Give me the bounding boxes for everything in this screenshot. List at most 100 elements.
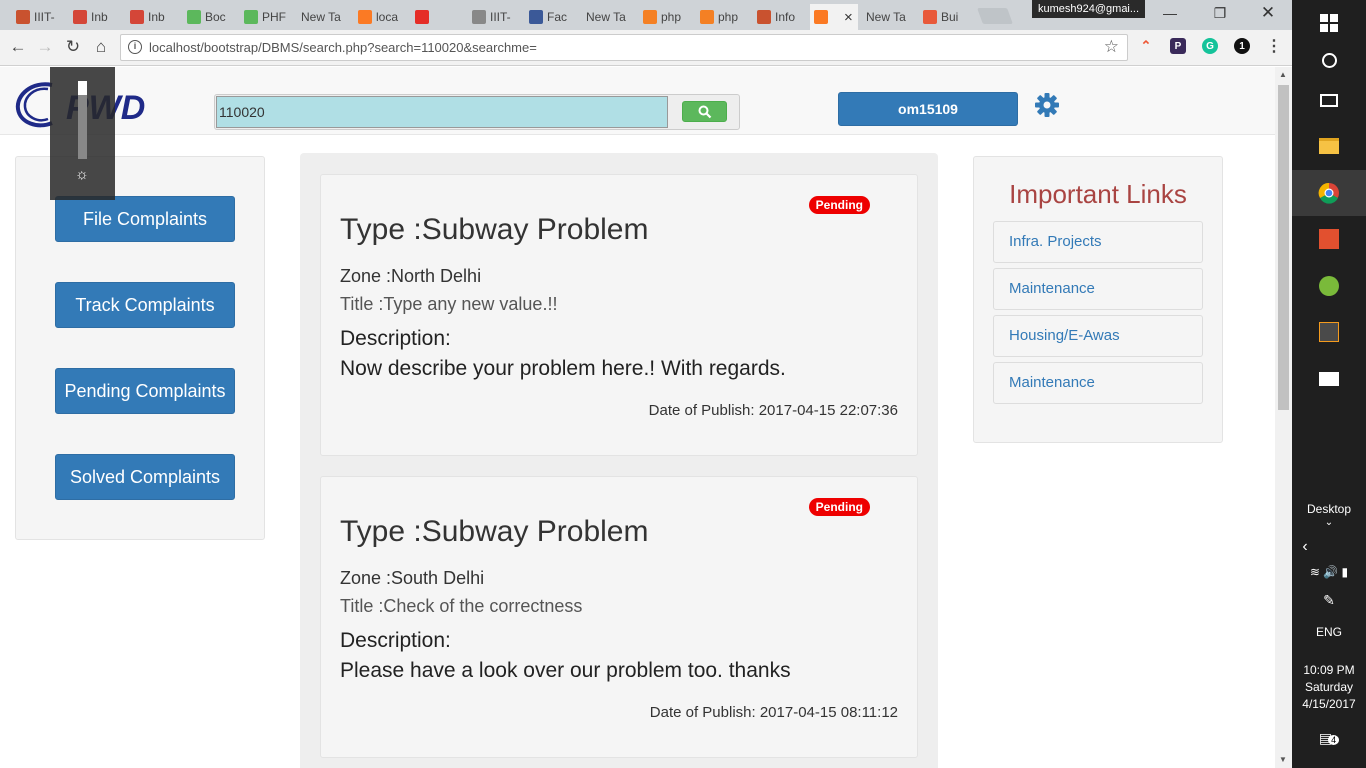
file-explorer-icon[interactable] — [1292, 123, 1366, 169]
browser-tab[interactable]: IIIT- — [468, 4, 517, 30]
browser-tab[interactable]: Boc — [183, 4, 232, 30]
web-page: PWD om15109 — [0, 67, 1275, 768]
profile-button[interactable]: kumesh924@gmai... — [1032, 0, 1145, 18]
desktop-toolbar-label[interactable]: Desktop — [1292, 502, 1366, 516]
close-tab-icon[interactable]: × — [844, 9, 853, 26]
sublime-text-icon[interactable] — [1292, 309, 1366, 355]
close-window-icon[interactable]: ✕ — [1258, 3, 1278, 23]
publish-date: Date of Publish: 2017-04-15 08:11:12 — [649, 704, 898, 721]
youtube-icon — [415, 10, 429, 24]
browser-tab[interactable]: PHF — [240, 4, 289, 30]
address-bar[interactable]: i localhost/bootstrap/DBMS/search.php?se… — [120, 34, 1128, 61]
browser-tab[interactable]: IIIT- — [12, 4, 61, 30]
rainbow-extension-icon[interactable]: ⌃ — [1138, 38, 1154, 54]
chevron-left-icon[interactable]: ‹ — [1268, 538, 1342, 556]
link-housing[interactable]: Housing/E-Awas — [993, 315, 1203, 357]
tab-label: Bui — [941, 10, 959, 24]
link-maintenance[interactable]: Maintenance — [993, 268, 1203, 310]
description-heading: Description: — [340, 629, 451, 652]
xampp-icon — [814, 10, 828, 24]
codechef-icon — [187, 10, 201, 24]
tab-label: Fac — [547, 10, 568, 24]
minimize-icon[interactable]: — — [1160, 5, 1180, 21]
browser-tab[interactable]: × — [810, 4, 858, 30]
description-heading: Description: — [340, 327, 451, 350]
search-input[interactable] — [216, 96, 668, 128]
browser-tab[interactable]: New Ta — [582, 4, 631, 30]
browser-tab[interactable]: Info — [753, 4, 802, 30]
task-view-icon[interactable] — [1292, 77, 1366, 123]
tab-label: Inb — [91, 10, 108, 24]
reload-icon[interactable]: ↻ — [63, 37, 83, 57]
search-form — [214, 94, 740, 130]
complaint-title: Title :Type any new value.!! — [340, 294, 558, 314]
user-account-button[interactable]: om15109 — [838, 92, 1018, 126]
pending-complaints-button[interactable]: Pending Complaints — [55, 368, 235, 414]
browser-tab[interactable] — [411, 4, 460, 30]
store-icon[interactable] — [1292, 263, 1366, 309]
complaint-zone: Zone :North Delhi — [340, 266, 482, 286]
file-complaints-button[interactable]: File Complaints — [55, 196, 235, 242]
tab-label: Boc — [205, 10, 226, 24]
home-icon[interactable]: ⌂ — [91, 37, 111, 57]
search-button[interactable] — [682, 101, 727, 122]
stackoverflow-icon — [700, 10, 714, 24]
tab-label: New Ta — [586, 10, 626, 24]
scrollbar-thumb[interactable] — [1278, 85, 1289, 410]
info-icon[interactable]: i — [128, 40, 142, 54]
chevron-down-icon[interactable]: ⌄ — [1292, 517, 1366, 528]
track-complaints-button[interactable]: Track Complaints — [55, 282, 235, 328]
grammarly-icon[interactable]: G — [1202, 38, 1218, 54]
stackoverflow-icon — [643, 10, 657, 24]
office-app-icon[interactable] — [1292, 216, 1366, 262]
page-scrollbar[interactable]: ▲ ▼ — [1275, 67, 1292, 768]
scroll-up-icon[interactable]: ▲ — [1279, 70, 1287, 79]
settings-gear-icon[interactable] — [1034, 92, 1060, 118]
browser-tab[interactable]: php — [696, 4, 745, 30]
browser-tab[interactable]: Fac — [525, 4, 574, 30]
complaint-zone: Zone :South Delhi — [340, 568, 485, 588]
notification-icon[interactable]: ▤4 — [1292, 730, 1366, 747]
mail-icon[interactable] — [1292, 356, 1366, 402]
tab-label: Inb — [148, 10, 165, 24]
bookmark-star-icon[interactable]: ☆ — [1104, 37, 1119, 57]
search-icon — [698, 105, 711, 118]
clock-time[interactable]: 10:09 PM — [1292, 663, 1366, 677]
chrome-icon[interactable] — [1292, 170, 1366, 216]
onepassword-icon[interactable]: 1 — [1234, 38, 1250, 54]
system-tray-icons[interactable]: ≋ 🔊 ▮ — [1292, 565, 1366, 579]
complaint-description: Now describe your problem here.! With re… — [340, 357, 786, 380]
browser-tab[interactable]: Bui — [919, 4, 968, 30]
pen-icon[interactable]: ✎ — [1292, 592, 1366, 609]
link-infra-projects[interactable]: Infra. Projects — [993, 221, 1203, 263]
browser-tab[interactable]: New Ta — [862, 4, 911, 30]
browser-tab[interactable]: Inb — [126, 4, 175, 30]
sun-icon: ☼ — [75, 166, 89, 183]
clock-day[interactable]: Saturday — [1292, 680, 1366, 694]
solved-complaints-button[interactable]: Solved Complaints — [55, 454, 235, 500]
facebook-icon — [529, 10, 543, 24]
browser-tab[interactable]: php — [639, 4, 688, 30]
brightness-overlay: ☼ — [50, 67, 115, 200]
xampp-icon — [358, 10, 372, 24]
url-text: localhost/bootstrap/DBMS/search.php?sear… — [149, 40, 537, 55]
forward-arrow-icon[interactable]: → — [35, 37, 55, 57]
browser-tab[interactable]: Inb — [69, 4, 118, 30]
tab-label: PHF — [262, 10, 286, 24]
status-badge: Pending — [808, 196, 870, 214]
site-header: PWD om15109 — [0, 67, 1275, 135]
bookpack-icon — [757, 10, 771, 24]
link-maintenance-2[interactable]: Maintenance — [993, 362, 1203, 404]
clock-date[interactable]: 4/15/2017 — [1292, 697, 1366, 711]
restore-icon[interactable]: ❐ — [1210, 5, 1230, 22]
browser-tab[interactable]: New Ta — [297, 4, 346, 30]
browser-tab[interactable]: loca — [354, 4, 403, 30]
complaint-card: Pending Type :Subway Problem Zone :South… — [320, 476, 918, 758]
back-arrow-icon[interactable]: ← — [8, 37, 28, 57]
menu-kebab-icon[interactable]: ⋮ — [1266, 38, 1282, 55]
language-indicator[interactable]: ENG — [1292, 625, 1366, 639]
new-tab-button[interactable] — [977, 8, 1013, 24]
complaint-card: Pending Type :Subway Problem Zone :North… — [320, 174, 918, 456]
scroll-down-icon[interactable]: ▼ — [1279, 755, 1287, 764]
p-extension-icon[interactable]: P — [1170, 38, 1186, 54]
